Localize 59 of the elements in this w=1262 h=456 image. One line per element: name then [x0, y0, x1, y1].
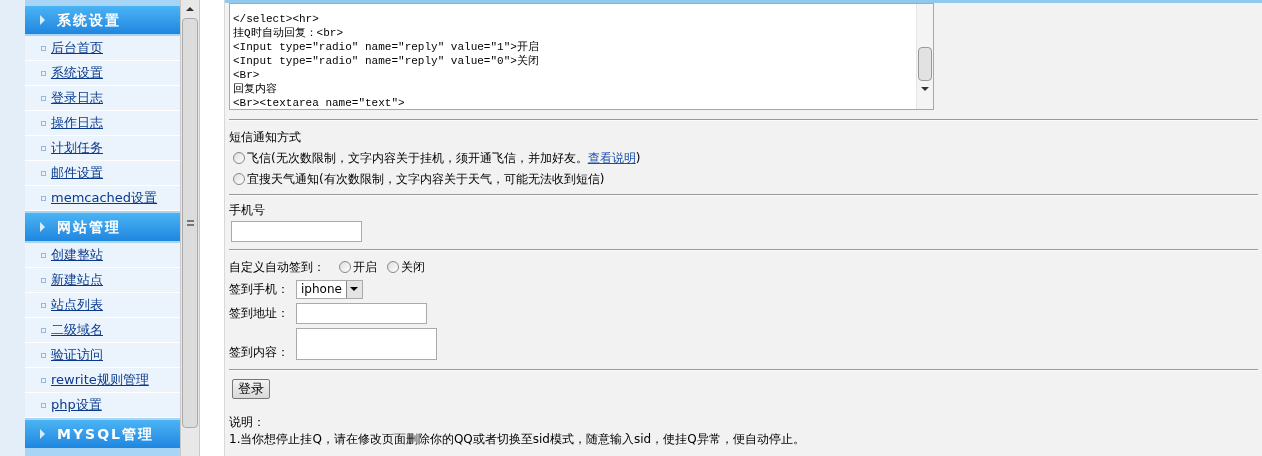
code-textarea[interactable]: </select><hr> 挂Q时自动回复：<br> <Input type="radio" name="reply" value="1">开启 <Input type="radio" name="reply" value="0">关闭 <Br> 回复内容 <Br><textarea name="text">	[229, 3, 934, 110]
code-line: <Br>	[233, 68, 261, 82]
code-line: <Input type="radio" name="reply" value="0">关闭	[233, 54, 540, 68]
phone-input[interactable]	[231, 221, 362, 242]
bullet-icon	[41, 45, 46, 51]
select-value: iphone	[301, 281, 343, 298]
code-line: </select><hr>	[233, 12, 320, 26]
scrollbar[interactable]	[180, 0, 200, 456]
textarea-scrollbar[interactable]	[916, 4, 933, 109]
field-label: 自定义自动签到：	[229, 258, 325, 276]
scroll-thumb[interactable]	[182, 18, 198, 428]
field-label: 签到手机：	[229, 281, 290, 298]
address-input[interactable]	[296, 302, 427, 324]
bullet-icon	[41, 95, 46, 101]
code-line: 挂Q时自动回复：<br>	[233, 26, 344, 40]
bullet-icon	[41, 70, 46, 76]
bullet-icon	[41, 377, 46, 383]
dropdown-icon	[350, 287, 359, 291]
bullet-icon	[41, 120, 46, 126]
bullet-icon	[41, 302, 46, 308]
radio-button[interactable]	[387, 260, 399, 273]
option-label: 宜搜天气通知(有次数限制，文字内容关于天气，可能无法收到短信)	[247, 170, 605, 188]
code-line: <Br><textarea name="text">	[233, 96, 406, 109]
note-line: 1.当你想停止挂Q，请在修改页面删除你的QQ或者切换至sid模式，随意输入sid，使挂Q异常，便自动停止。	[229, 431, 806, 447]
section-label: 短信通知方式	[229, 129, 302, 146]
scroll-down-icon[interactable]	[921, 86, 929, 91]
bullet-icon	[41, 352, 46, 358]
code-line: <Input type="radio" name="reply" value="1">开启	[233, 40, 540, 54]
field-label: 手机号	[229, 202, 266, 219]
bullet-icon	[41, 195, 46, 201]
scroll-thumb[interactable]	[918, 46, 932, 81]
triangle-icon	[40, 429, 45, 439]
radio-button[interactable]	[339, 260, 351, 273]
phone-select[interactable]: iphone	[296, 279, 363, 299]
code-line: 回复内容	[233, 82, 278, 96]
triangle-icon	[40, 222, 45, 232]
bullet-icon	[41, 277, 46, 283]
section-title: 系统设置	[57, 10, 121, 30]
option-label: 开启	[353, 258, 377, 276]
grip-icon	[186, 220, 194, 226]
option-label: 关闭	[401, 258, 425, 276]
field-label: 签到内容：	[229, 344, 290, 361]
triangle-icon	[40, 15, 45, 25]
login-button[interactable]: 登录	[232, 379, 270, 399]
radio-button[interactable]	[233, 151, 245, 164]
scroll-up-icon[interactable]	[186, 7, 194, 11]
radio-button[interactable]	[233, 172, 245, 185]
bullet-icon	[41, 327, 46, 333]
section-title: MYSQL管理	[57, 424, 154, 444]
content-textarea[interactable]	[296, 328, 437, 360]
section-title: 网站管理	[57, 217, 121, 237]
bullet-icon	[41, 252, 46, 258]
bullet-icon	[41, 402, 46, 408]
help-link[interactable]: 查看说明	[587, 150, 636, 165]
notes-title: 说明：	[229, 414, 266, 431]
option-label: 飞信(无次数限制，文字内容关于挂机，须开通飞信，并加好友。查看说明)	[247, 149, 641, 167]
bullet-icon	[41, 145, 46, 151]
bullet-icon	[41, 170, 46, 176]
field-label: 签到地址：	[229, 305, 290, 322]
